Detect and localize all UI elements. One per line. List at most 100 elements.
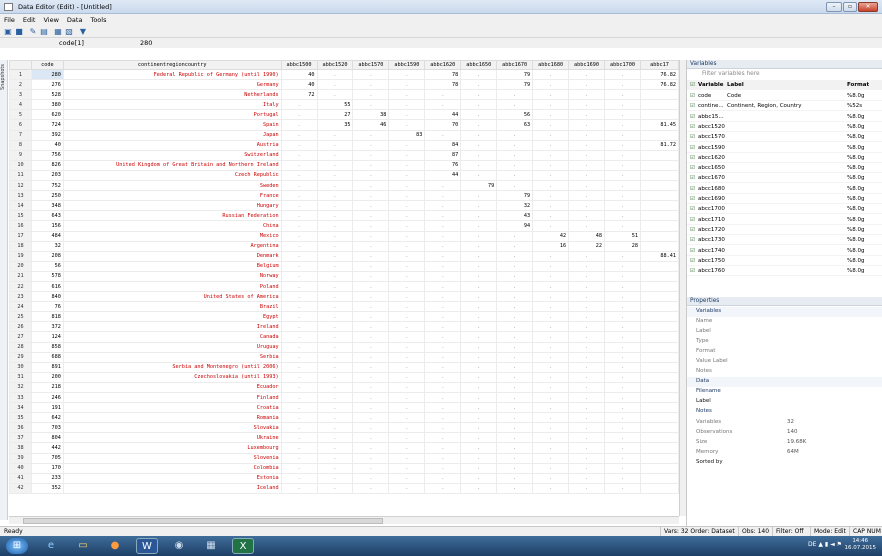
- data-cell[interactable]: .: [460, 422, 498, 434]
- data-cell[interactable]: .: [316, 149, 354, 161]
- data-cell[interactable]: .: [316, 210, 354, 222]
- data-cell[interactable]: .: [460, 381, 498, 394]
- data-cell[interactable]: .: [280, 180, 318, 192]
- data-cell[interactable]: .: [460, 301, 498, 313]
- column-header-abbc1700[interactable]: abbc1700: [604, 60, 641, 70]
- table-row[interactable]: 17 484 Mexico....... 42 48 51: [9, 230, 679, 242]
- data-cell[interactable]: .: [460, 149, 498, 161]
- string-cell[interactable]: Argentina: [62, 240, 282, 252]
- data-cell[interactable]: .: [460, 129, 498, 141]
- data-cell[interactable]: .: [604, 159, 641, 171]
- data-cell[interactable]: .: [424, 341, 462, 353]
- checkbox-icon[interactable]: ☑: [690, 112, 695, 122]
- data-cell[interactable]: .: [568, 200, 606, 212]
- data-cell[interactable]: .: [568, 311, 606, 323]
- data-cell[interactable]: .: [316, 331, 354, 343]
- column-header-abbc1650[interactable]: abbc1650: [460, 60, 498, 70]
- data-cell[interactable]: [639, 89, 679, 101]
- data-cell[interactable]: .: [280, 149, 318, 161]
- data-cell[interactable]: 76: [424, 159, 462, 171]
- string-cell[interactable]: China: [62, 220, 282, 232]
- table-row[interactable]: 41 233 Estonia..........: [9, 472, 679, 484]
- checkbox-icon[interactable]: ☑: [690, 91, 695, 101]
- column-header-abbc1520[interactable]: abbc1520: [316, 60, 354, 70]
- data-cell[interactable]: 81.45: [639, 119, 679, 131]
- data-cell[interactable]: 276: [30, 79, 64, 91]
- checkbox-icon[interactable]: ☑: [690, 101, 695, 111]
- data-cell[interactable]: .: [388, 402, 426, 414]
- data-cell[interactable]: 32: [496, 200, 534, 212]
- checkbox-icon[interactable]: ☑: [690, 184, 695, 194]
- data-cell[interactable]: .: [604, 220, 641, 232]
- data-cell[interactable]: .: [280, 452, 318, 464]
- table-row[interactable]: 21 578 Norway..........: [9, 270, 679, 282]
- data-cell[interactable]: 72: [280, 89, 318, 101]
- data-cell[interactable]: .: [424, 422, 462, 434]
- column-header-abbc1690[interactable]: abbc1690: [568, 60, 606, 70]
- variable-item[interactable]: ☑ abcc1730 %8.0g: [687, 235, 882, 246]
- data-cell[interactable]: .: [568, 331, 606, 343]
- data-cell[interactable]: .: [460, 230, 498, 242]
- data-cell[interactable]: .: [424, 361, 462, 373]
- data-cell[interactable]: .: [496, 149, 534, 161]
- variable-item[interactable]: ☑ abcc1670 %8.0g: [687, 173, 882, 184]
- data-cell[interactable]: .: [316, 280, 354, 293]
- data-cell[interactable]: .: [532, 391, 570, 404]
- data-cell[interactable]: .: [352, 361, 390, 373]
- data-cell[interactable]: .: [604, 311, 641, 323]
- data-cell[interactable]: .: [604, 139, 641, 151]
- data-cell[interactable]: [639, 452, 679, 464]
- data-cell[interactable]: .: [316, 381, 354, 394]
- data-cell[interactable]: .: [352, 190, 390, 202]
- table-row[interactable]: 12 752 Sweden..... 79....: [9, 180, 679, 192]
- string-cell[interactable]: Denmark: [62, 250, 282, 262]
- data-cell[interactable]: .: [604, 321, 641, 333]
- data-cell[interactable]: .: [280, 230, 318, 242]
- string-cell[interactable]: Mexico: [62, 230, 282, 242]
- data-cell[interactable]: .: [568, 341, 606, 353]
- table-row[interactable]: 1 280 Federal Republic of Germany (until 1…: [9, 68, 679, 81]
- data-cell[interactable]: .: [460, 79, 498, 91]
- data-cell[interactable]: .: [460, 200, 498, 212]
- data-cell[interactable]: .: [604, 89, 641, 101]
- data-cell[interactable]: .: [424, 240, 462, 252]
- variable-item[interactable]: ☑ abcc1740 %8.0g: [687, 246, 882, 256]
- data-cell[interactable]: .: [460, 472, 498, 484]
- data-cell[interactable]: .: [388, 159, 426, 171]
- string-cell[interactable]: Canada: [62, 331, 282, 343]
- data-cell[interactable]: .: [568, 452, 606, 464]
- data-cell[interactable]: 28: [604, 240, 641, 252]
- row-number-header[interactable]: [9, 60, 32, 70]
- data-cell[interactable]: .: [316, 321, 354, 333]
- data-cell[interactable]: 818: [30, 311, 64, 323]
- data-cell[interactable]: .: [568, 422, 606, 434]
- table-row[interactable]: 33 246 Finland..........: [9, 391, 679, 404]
- variable-item[interactable]: ☑ abcc1720 %8.0g: [687, 225, 882, 235]
- data-cell[interactable]: .: [568, 321, 606, 333]
- data-cell[interactable]: .: [352, 371, 390, 383]
- data-cell[interactable]: .: [316, 220, 354, 232]
- data-cell[interactable]: .: [280, 200, 318, 212]
- data-cell[interactable]: .: [316, 422, 354, 434]
- data-cell[interactable]: .: [460, 68, 498, 81]
- data-cell[interactable]: .: [352, 79, 390, 91]
- data-cell[interactable]: .: [496, 321, 534, 333]
- data-cell[interactable]: .: [424, 99, 462, 111]
- data-cell[interactable]: .: [496, 180, 534, 192]
- data-cell[interactable]: .: [316, 452, 354, 464]
- data-cell[interactable]: [639, 210, 679, 222]
- data-cell[interactable]: .: [424, 220, 462, 232]
- data-cell[interactable]: .: [316, 291, 354, 303]
- data-cell[interactable]: .: [532, 280, 570, 293]
- column-header-abbc1570[interactable]: abbc1570: [352, 60, 390, 70]
- data-cell[interactable]: .: [388, 351, 426, 363]
- save-icon[interactable]: ■: [14, 27, 24, 37]
- search-app-icon[interactable]: ◉: [168, 538, 190, 554]
- data-cell[interactable]: .: [388, 210, 426, 222]
- table-row[interactable]: 31 200 Czechoslovakia (until 1993)........…: [9, 371, 679, 383]
- data-cell[interactable]: .: [316, 341, 354, 353]
- data-cell[interactable]: .: [352, 402, 390, 414]
- data-cell[interactable]: .: [532, 452, 570, 464]
- data-cell[interactable]: .: [532, 331, 570, 343]
- table-row[interactable]: 42 352 Iceland..........: [9, 482, 679, 494]
